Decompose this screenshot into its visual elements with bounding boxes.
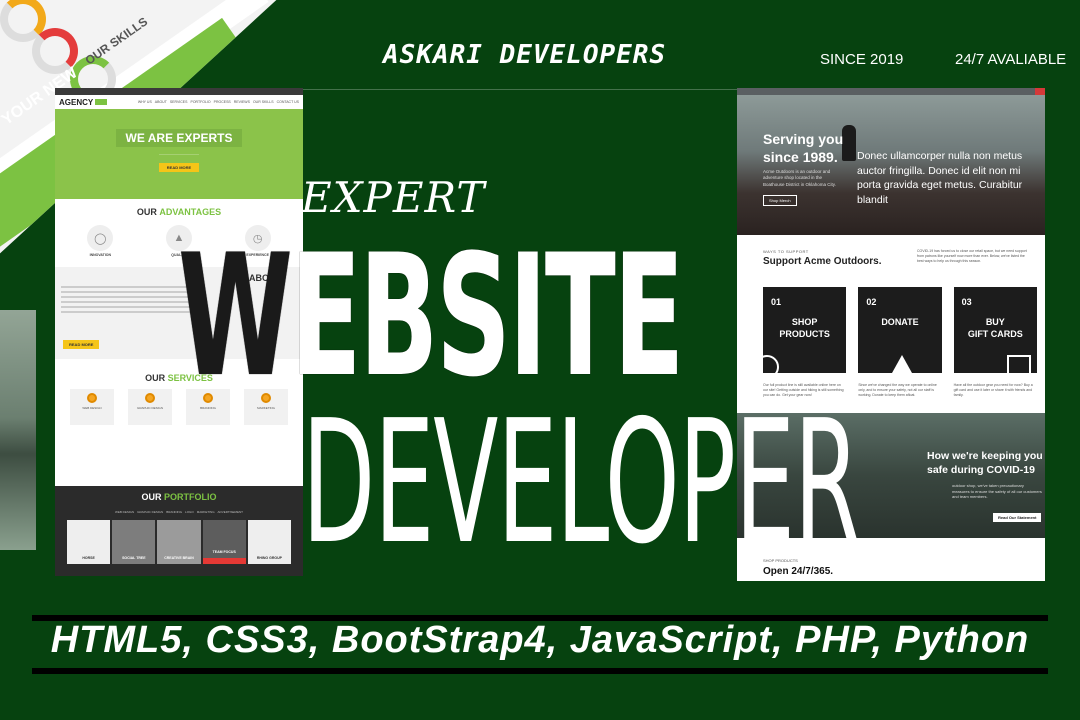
covid-title: How we're keeping you safe during COVID-…	[927, 450, 1043, 477]
star-icon	[145, 393, 155, 403]
tech-stack-text: HTML5, CSS3, BootStrap4, JavaScript, PHP…	[50, 619, 1030, 661]
mockup-menu-item: OUR SKILLS	[252, 100, 274, 104]
mockup-menu-item: ABOUT	[154, 100, 167, 104]
mockup-menu-item: CONTACT US	[276, 100, 299, 104]
mockup-advantages-title: OUR ADVANTAGES	[136, 207, 222, 217]
support-card: 03 BUY GIFT CARDS	[953, 287, 1037, 373]
mockup-logo-tag	[95, 99, 108, 105]
mockup-hero-title: WE ARE EXPERTS	[115, 129, 243, 147]
mockup-hero: Serving you since 1989. Acme Outdoors is…	[737, 95, 1045, 235]
star-icon	[87, 393, 97, 403]
mockup-cards: 01 SHOP PRODUCTS 02 DONATE 03 BUY GIFT CAR…	[737, 287, 1045, 373]
mockup-logo: AGENCY	[59, 97, 94, 107]
portfolio-item: SOCIAL TREE	[112, 520, 156, 564]
portfolio-tab: WEB DESIGN	[115, 510, 135, 514]
mockup-hero: WE ARE EXPERTS —————————— READ MORE	[55, 109, 303, 199]
advantage-item: ◯ INNOVATION	[87, 225, 114, 257]
hiker-silhouette	[842, 125, 856, 161]
portfolio-item: CREATIVE BRAIN	[157, 520, 201, 564]
mockup-hero-title: Serving you since 1989.	[763, 131, 844, 165]
mockup-portfolio: OUR PORTFOLIO WEB DESIGN GRAPHIC DESIGN …	[55, 486, 303, 576]
portfolio-tab: GRAPHIC DESIGN	[137, 510, 164, 514]
lightbulb-icon: ◯	[87, 225, 114, 251]
mockup-menu-item: PORTFOLIO	[190, 100, 211, 104]
mockup-topbar	[737, 88, 1045, 95]
portfolio-tab: BRANDING	[166, 510, 183, 514]
mockup-hero-subtext: Acme Outdoors is an outdoor and adventur…	[763, 169, 836, 187]
service-card: GRAPHIC DESIGN	[128, 389, 172, 425]
card-description: Have all the outdoor gear you need for n…	[953, 383, 1033, 397]
mockup-hero-button: READ MORE	[158, 163, 200, 172]
mockup-menu-item: REVIEWS	[233, 100, 250, 104]
mockup-menu: WHY US ABOUT SERVICES PORTFOLIO PROCESS …	[138, 100, 299, 104]
mockup-about-button: READ MORE	[63, 340, 100, 349]
circle-shape	[763, 355, 779, 373]
portfolio-tab: MARKETING	[196, 510, 215, 514]
mockup-hero-subtext: ——————————	[159, 151, 199, 156]
mockup-topbar	[55, 88, 303, 95]
headline-website: WEBSITE	[178, 232, 685, 400]
covid-statement-button: Read Our Statement	[993, 513, 1042, 522]
mockup-hero-button: Shop Merch	[763, 195, 797, 206]
left-photo-strip	[0, 310, 36, 550]
tech-bar-bottom-rule	[32, 668, 1048, 674]
mockup-support: WAYS TO SUPPORT Support Acme Outdoors. C…	[763, 249, 1027, 267]
hero-overlay-text: Donec ullamcorper nulla non metus auctor…	[857, 150, 1023, 207]
mockup-nav: AGENCY WHY US ABOUT SERVICES PORTFOLIO P…	[55, 95, 303, 109]
mockup-portfolio-title: OUR PORTFOLIO	[141, 492, 217, 502]
portfolio-item: HORSE	[67, 520, 111, 564]
support-card: 02 DONATE	[858, 287, 942, 373]
portfolio-tab: LOGO	[185, 510, 194, 514]
since-label: SINCE 2019	[820, 51, 904, 68]
support-card: 01 SHOP PRODUCTS	[763, 287, 847, 373]
portfolio-tab: ADVERTISEMENT	[217, 510, 243, 514]
card-description: Since we've changed the way we operate t…	[858, 383, 937, 397]
mockup-menu-item: WHY US	[137, 100, 152, 104]
service-card: WEB DESIGN	[70, 389, 114, 425]
headline-kicker: EXPERT	[301, 173, 486, 222]
portfolio-item: RHINO GROUP	[247, 520, 292, 564]
mockup-menu-item: PROCESS	[213, 100, 231, 104]
headline-developer: DEVELOPER	[302, 384, 860, 582]
triangle-shape	[892, 355, 913, 373]
mockup-menu-item: SERVICES	[169, 100, 188, 104]
square-shape	[1006, 355, 1031, 373]
availability-label: 24/7 AVALIABLE	[955, 51, 1067, 68]
headline-first-letter: W	[178, 218, 293, 414]
portfolio-item: TEAM FOCUS	[202, 520, 246, 564]
brand-name: ASKARI DEVELOPERS	[383, 40, 667, 70]
